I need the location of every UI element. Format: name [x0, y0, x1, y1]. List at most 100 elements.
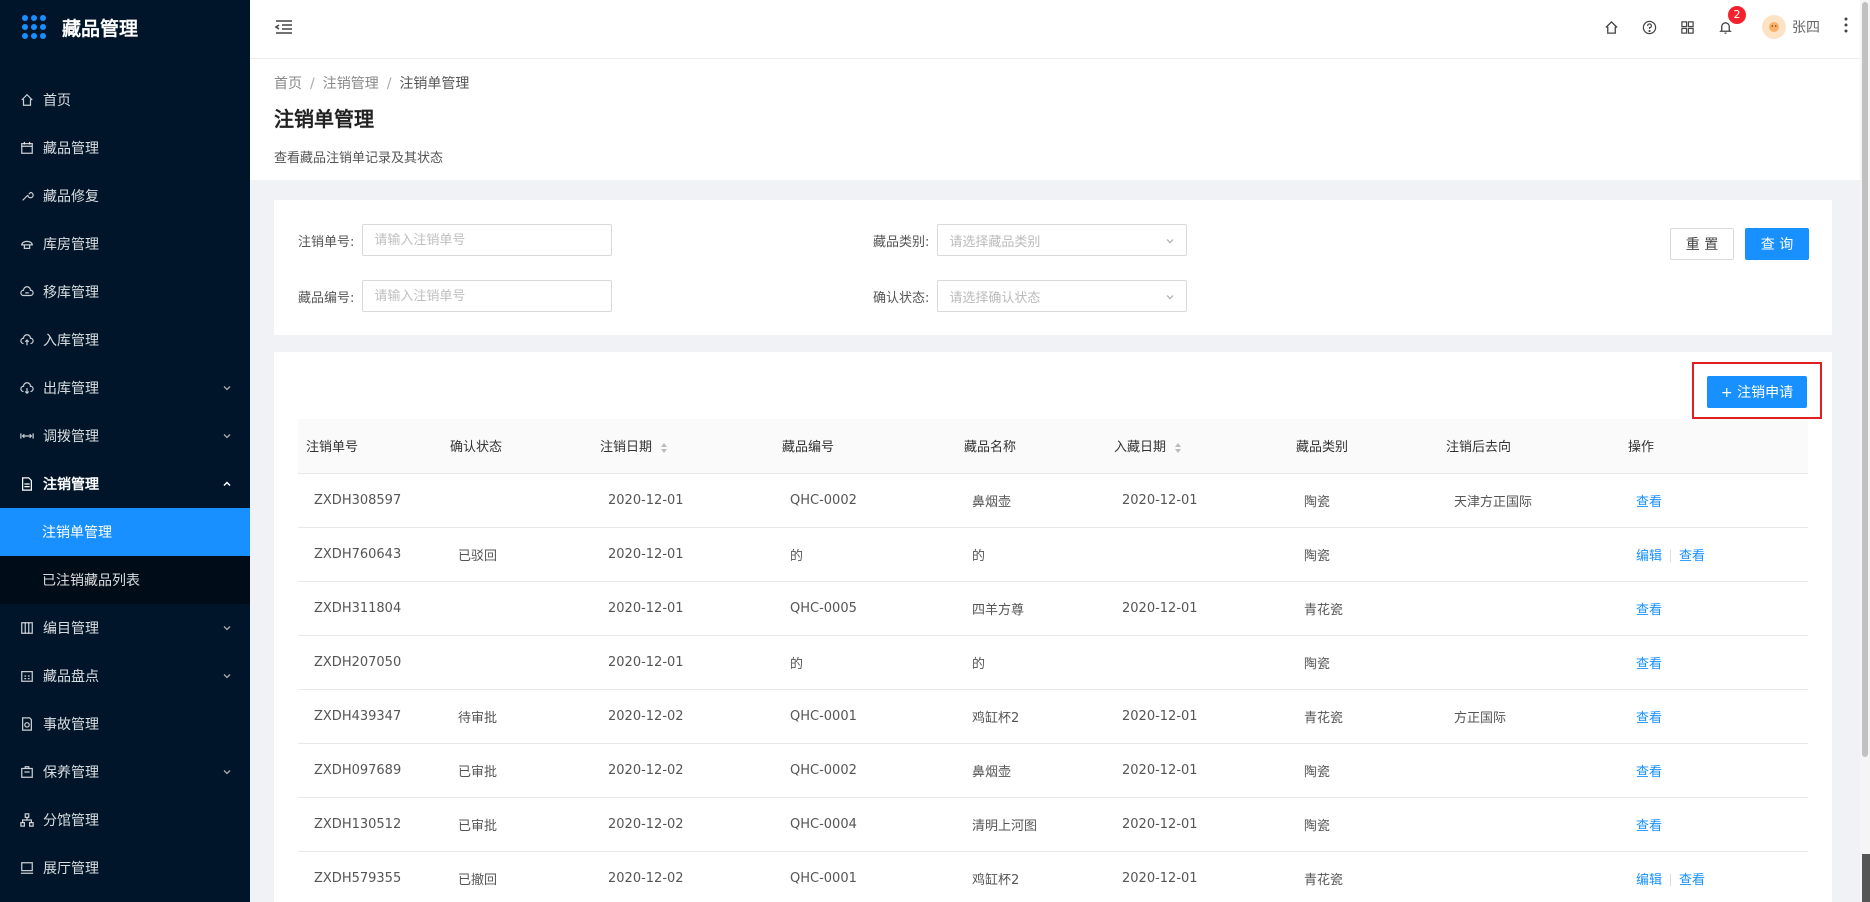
sidebar-item-label: 注销单管理	[42, 525, 112, 541]
edit-link[interactable]: 编辑	[1636, 549, 1662, 564]
scrollbar-thumb[interactable]	[1862, 2, 1868, 757]
category-label: 藏品类别:	[873, 234, 930, 250]
edit-link[interactable]: 编辑	[1636, 873, 1662, 888]
sidebar-item-label: 藏品盘点	[43, 669, 99, 685]
sidebar-item-label: 展厅管理	[43, 861, 99, 877]
page-description: 查看藏品注销单记录及其状态	[274, 151, 444, 166]
user-menu[interactable]: 张四	[1762, 15, 1820, 39]
notification-badge: 2	[1728, 6, 1746, 24]
menu-fold-icon[interactable]	[274, 17, 294, 37]
sidebar-item-restore[interactable]: 藏品修复	[0, 172, 250, 220]
chevron-down-icon	[1166, 295, 1174, 300]
logo-grid-icon	[22, 15, 46, 39]
home-icon	[19, 92, 35, 108]
cloud-download-icon	[19, 380, 35, 396]
category-placeholder: 请选择藏品类别	[949, 234, 1041, 250]
vertical-scrollbar[interactable]	[1860, 0, 1870, 902]
cell-item-no: QHC-0001	[782, 689, 964, 744]
cell-item-no: QHC-0004	[782, 797, 964, 852]
cell-item-name: 的	[964, 635, 1114, 690]
cell-status: 已撤回	[450, 851, 600, 902]
sidebar-item-label: 编目管理	[43, 621, 99, 637]
sidebar-item-cancel-orders[interactable]: 注销单管理	[0, 508, 250, 556]
search-form: 注销单号: 藏品编号: 藏品类别: 请选择藏品类别 确认状态: 请选择确认状态 …	[274, 200, 1832, 335]
view-link[interactable]: 查看	[1679, 873, 1705, 888]
view-link[interactable]: 查看	[1636, 495, 1662, 510]
col-in-date[interactable]: 入藏日期	[1114, 419, 1296, 474]
status-select[interactable]: 请选择确认状态	[937, 280, 1188, 312]
query-button[interactable]: 查 询	[1745, 228, 1809, 260]
sidebar-item-cancelled-list[interactable]: 已注销藏品列表	[0, 556, 250, 604]
logo[interactable]: 藏品管理	[0, 0, 250, 54]
sidebar-item-maintenance[interactable]: 保养管理	[0, 748, 250, 796]
apps-button[interactable]	[1668, 0, 1706, 54]
reset-button[interactable]: 重 置	[1670, 228, 1734, 260]
add-cancellation-button[interactable]: + 注销申请	[1707, 376, 1807, 408]
cell-category: 青花瓷	[1296, 581, 1446, 636]
view-link[interactable]: 查看	[1636, 765, 1662, 780]
top-header: 2 张四	[250, 0, 1870, 59]
sidebar-item-home[interactable]: 首页	[0, 76, 250, 124]
help-button[interactable]	[1630, 0, 1668, 54]
cell-date: 2020-12-01	[600, 635, 782, 690]
cell-in-date: 2020-12-01	[1114, 473, 1296, 528]
sidebar-item-cancellation[interactable]: 注销管理	[0, 460, 250, 508]
app-title: 藏品管理	[62, 17, 139, 40]
sidebar-item-catalog[interactable]: 编目管理	[0, 604, 250, 652]
breadcrumb: 首页 / 注销管理 / 注销单管理	[274, 76, 470, 92]
cell-destination	[1446, 581, 1628, 636]
file-icon	[19, 476, 35, 492]
notification-button[interactable]: 2	[1706, 0, 1746, 54]
cell-status: 待审批	[450, 689, 600, 744]
cloud-transfer-icon	[19, 284, 35, 300]
sidebar-item-branch[interactable]: 分馆管理	[0, 796, 250, 844]
cell-item-name: 鼻烟壶	[964, 743, 1114, 798]
cell-cancel-no: ZXDH760643	[298, 527, 450, 582]
sidebar-item-accident[interactable]: 事故管理	[0, 700, 250, 748]
item-no-input-wrap	[362, 280, 613, 312]
home-button[interactable]	[1592, 0, 1630, 54]
col-actions: 操作	[1628, 419, 1808, 474]
col-date[interactable]: 注销日期	[600, 419, 782, 474]
sort-icon[interactable]	[660, 442, 668, 454]
category-select[interactable]: 请选择藏品类别	[937, 224, 1188, 256]
cancel-no-input[interactable]	[374, 232, 601, 248]
sidebar-item-allocation[interactable]: 调拨管理	[0, 412, 250, 460]
view-link[interactable]: 查看	[1636, 711, 1662, 726]
sidebar-item-inbound[interactable]: 入库管理	[0, 316, 250, 364]
cell-item-no: QHC-0002	[782, 743, 964, 798]
breadcrumb-cancellation[interactable]: 注销管理	[323, 76, 379, 92]
sidebar-item-inventory[interactable]: 藏品盘点	[0, 652, 250, 700]
sidebar-item-exhibition[interactable]: 展厅管理	[0, 844, 250, 892]
header-actions: 2 张四	[1592, 0, 1820, 54]
sidebar-item-collection[interactable]: 藏品管理	[0, 124, 250, 172]
more-vertical-icon[interactable]	[1844, 16, 1848, 34]
sort-icon[interactable]	[1174, 442, 1182, 454]
calendar-icon	[19, 140, 35, 156]
wrench-icon	[19, 188, 35, 204]
cell-actions: 查看	[1628, 743, 1808, 798]
view-link[interactable]: 查看	[1636, 819, 1662, 834]
sidebar-item-label: 保养管理	[43, 765, 99, 781]
sidebar-item-label: 已注销藏品列表	[42, 573, 140, 589]
sidebar-item-outbound[interactable]: 出库管理	[0, 364, 250, 412]
chevron-down-icon	[223, 386, 231, 391]
cell-destination	[1446, 797, 1628, 852]
table-row: ZXDH311804 2020-12-01 QHC-0005 四羊方尊 2020-12-…	[298, 581, 1808, 636]
cell-in-date: 2020-12-01	[1114, 797, 1296, 852]
view-link[interactable]: 查看	[1636, 657, 1662, 672]
view-link[interactable]: 查看	[1679, 549, 1705, 564]
sidebar-item-relocation[interactable]: 移库管理	[0, 268, 250, 316]
sidebar-item-label: 藏品管理	[43, 141, 99, 157]
breadcrumb-home[interactable]: 首页	[274, 76, 302, 92]
sidebar-item-warehouse[interactable]: 库房管理	[0, 220, 250, 268]
view-link[interactable]: 查看	[1636, 603, 1662, 618]
chevron-down-icon	[1166, 239, 1174, 244]
status-placeholder: 请选择确认状态	[949, 290, 1041, 306]
accident-icon	[19, 716, 35, 732]
sidebar-item-label: 首页	[43, 93, 71, 109]
page-title: 注销单管理	[274, 107, 374, 131]
cell-category: 青花瓷	[1296, 689, 1446, 744]
item-no-input[interactable]	[374, 288, 601, 304]
action-divider	[1670, 874, 1672, 886]
